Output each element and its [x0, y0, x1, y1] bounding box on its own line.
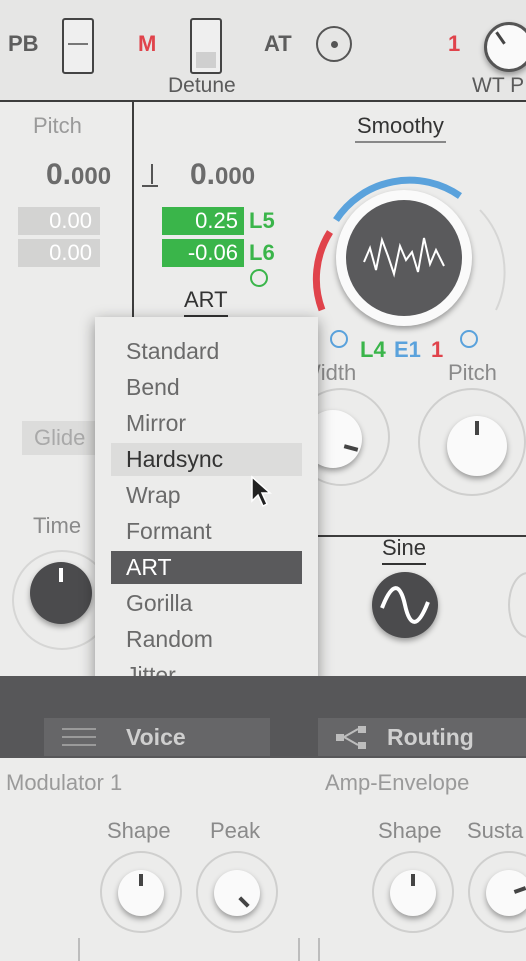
mod-source-l5: L5: [249, 208, 275, 233]
glide-button[interactable]: Glide: [22, 421, 102, 455]
modulator-title: Modulator 1: [6, 770, 123, 795]
mod-peak-knob[interactable]: [214, 870, 260, 916]
bottom-panel: Modulator 1 Amp-Envelope Shape Peak Shap…: [0, 758, 526, 961]
detune-slider[interactable]: [190, 18, 222, 74]
osc-mode-selector[interactable]: ART: [184, 287, 228, 317]
wt-mod-tag-l4: L4: [360, 337, 386, 362]
routing-icon: [336, 726, 366, 749]
dropdown-item-gorilla[interactable]: Gorilla: [111, 587, 302, 620]
wavetable-waveform-icon: [363, 236, 445, 278]
amp-shape-knob[interactable]: [390, 870, 436, 916]
mod-slot-circle[interactable]: [250, 269, 268, 287]
tab-voice[interactable]: Voice: [44, 718, 270, 756]
wt-mod-tag-e1: E1: [394, 337, 421, 362]
aftertouch-button[interactable]: [316, 26, 352, 62]
mod-source-l6: L6: [249, 240, 275, 265]
osc-pitch-label: Pitch: [448, 360, 497, 385]
pitch-panel-title: Pitch: [33, 113, 82, 138]
divider-tick: [298, 938, 300, 961]
amp-sustain-knob[interactable]: [486, 870, 526, 916]
pitchbend-slider[interactable]: [62, 18, 94, 74]
pitch-value[interactable]: 0.000: [46, 158, 111, 192]
time-label: Time: [33, 513, 82, 538]
tab-routing-label: Routing: [387, 724, 474, 750]
mod-amount-l6[interactable]: -0.06: [162, 239, 244, 267]
osc-mode-dropdown: Standard Bend Mirror Hardsync Wrap Forma…: [95, 317, 318, 712]
dropdown-item-art[interactable]: ART: [111, 551, 302, 584]
wt-position-label: WT P: [472, 74, 525, 97]
edge-knob-ring: [508, 572, 526, 638]
detune-label: Detune: [168, 74, 236, 97]
dropdown-item-hardsync[interactable]: Hardsync: [111, 443, 302, 476]
menu-icon: [62, 728, 96, 746]
pitch-mod-box-2[interactable]: 0.00: [18, 239, 100, 267]
pitch-mod-box-1[interactable]: 0.00: [18, 207, 100, 235]
divider-tick: [318, 938, 320, 961]
dropdown-item-random[interactable]: Random: [111, 623, 302, 656]
dropdown-item-formant[interactable]: Formant: [111, 515, 302, 548]
note-icon: [140, 162, 160, 190]
osc-pitch-value[interactable]: 0.000: [190, 158, 255, 192]
top-toolbar: PB M Detune AT 1 WT P: [0, 0, 526, 102]
wt-mod-slot-right[interactable]: [460, 330, 478, 348]
sine-wave-icon[interactable]: [372, 572, 438, 638]
mod-shape-knob[interactable]: [118, 870, 164, 916]
at-label: AT: [264, 31, 292, 56]
wavetable-display: [346, 200, 462, 316]
dropdown-item-mirror[interactable]: Mirror: [111, 407, 302, 440]
amp-shape-label: Shape: [378, 818, 442, 843]
dot-button-icon: [331, 41, 338, 48]
cursor-icon: [251, 475, 272, 508]
m-label: M: [138, 31, 157, 56]
mod-peak-label: Peak: [210, 818, 261, 843]
wt-mod-tag-1: 1: [431, 337, 444, 362]
mod-amount-l5[interactable]: 0.25: [162, 207, 244, 235]
pb-label: PB: [8, 31, 39, 56]
tab-routing[interactable]: Routing: [318, 718, 526, 756]
wt-position-knob[interactable]: [484, 22, 526, 72]
dropdown-item-standard[interactable]: Standard: [111, 335, 302, 368]
wt-mod-count: 1: [448, 31, 461, 56]
time-knob[interactable]: [30, 562, 92, 624]
osc-pitch-knob[interactable]: [447, 416, 507, 476]
sub-osc-wave-selector[interactable]: Sine: [382, 535, 427, 565]
divider-tick: [78, 938, 80, 961]
amp-envelope-title: Amp-Envelope: [325, 770, 470, 795]
wt-mod-slot-left[interactable]: [330, 330, 348, 348]
tab-voice-label: Voice: [126, 724, 186, 750]
dropdown-item-bend[interactable]: Bend: [111, 371, 302, 404]
wavetable-name[interactable]: Smoothy: [355, 113, 446, 143]
amp-sustain-label: Susta: [467, 818, 524, 843]
mod-shape-label: Shape: [107, 818, 171, 843]
